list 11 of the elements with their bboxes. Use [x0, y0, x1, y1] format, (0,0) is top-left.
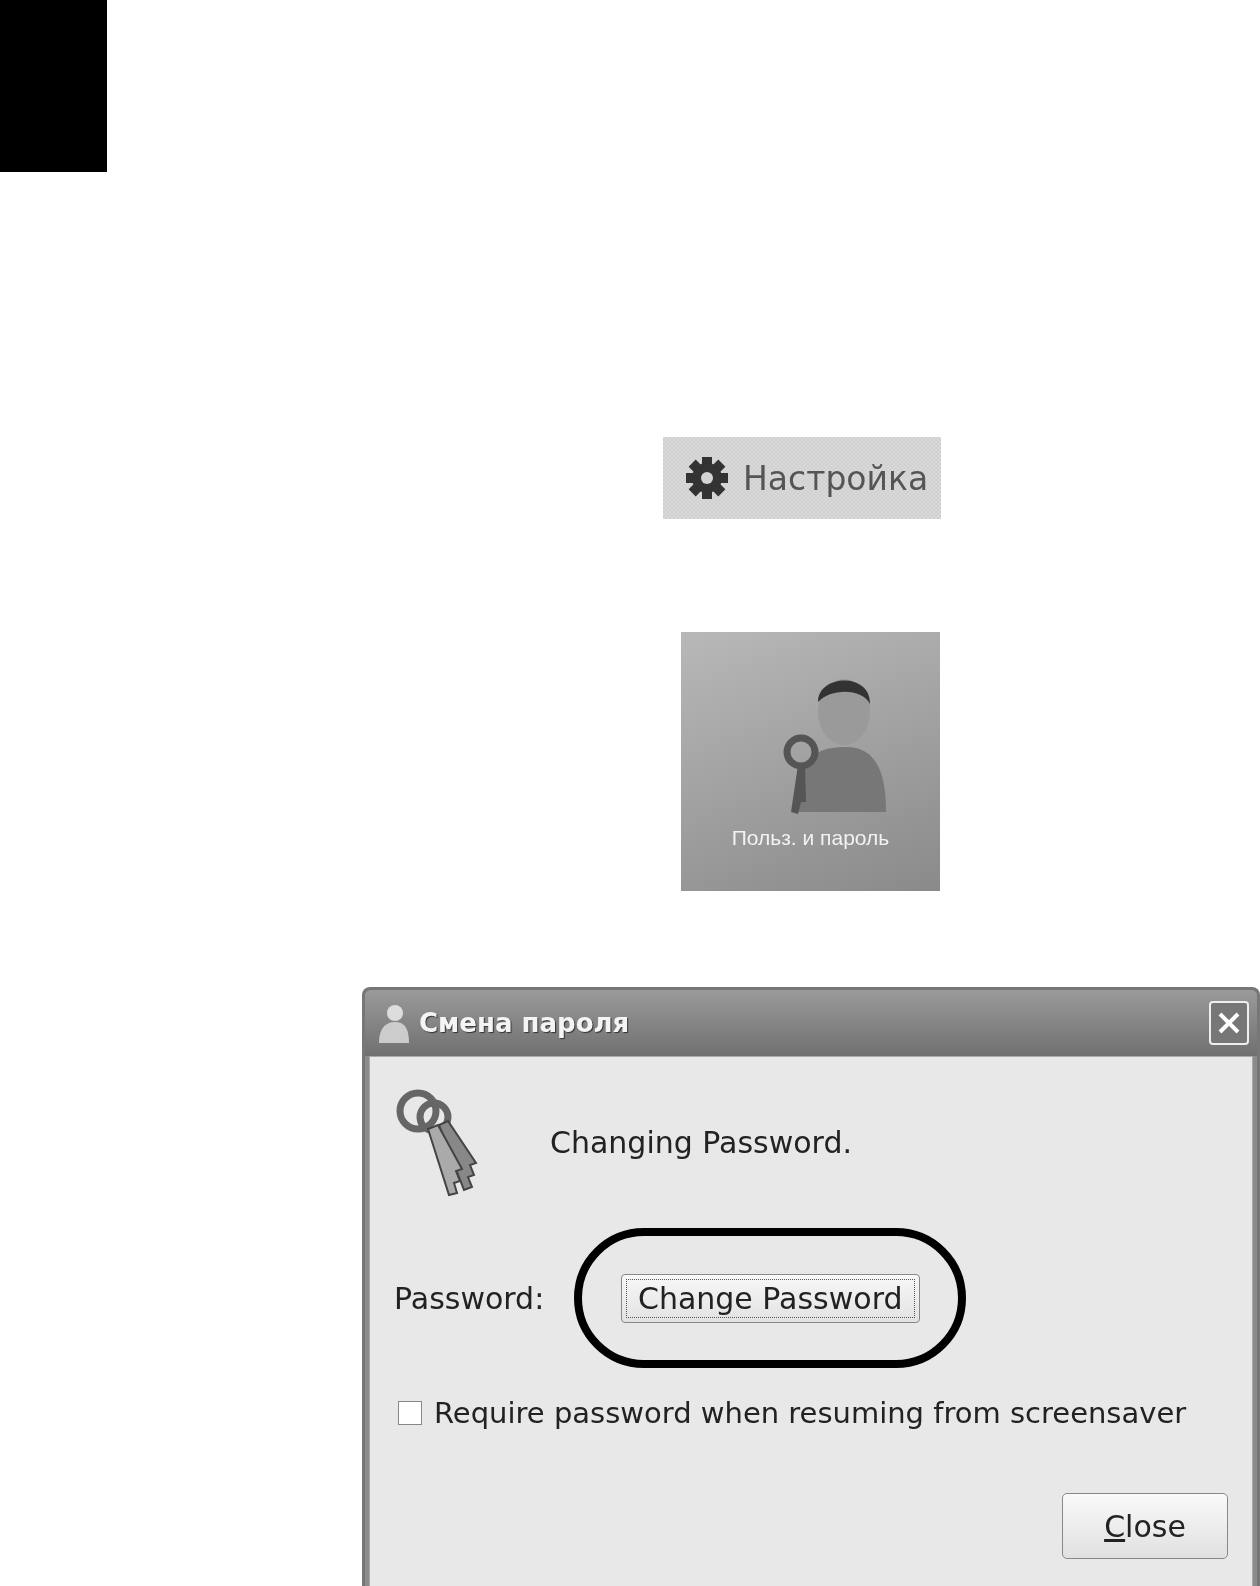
close-icon[interactable]	[1209, 1001, 1249, 1045]
checkbox[interactable]	[398, 1401, 422, 1425]
tile-label: Польз. и пароль	[731, 826, 890, 850]
settings-button[interactable]: Настройка	[663, 437, 941, 519]
window-title: Смена пароля	[419, 1008, 631, 1038]
checkbox-label: Require password when resuming from screensaver	[434, 1396, 1187, 1430]
change-password-button[interactable]: Change Password	[620, 1273, 920, 1323]
message-text: Changing Password.	[550, 1125, 852, 1160]
close-button[interactable]: Close	[1062, 1493, 1228, 1559]
gear-icon	[685, 456, 729, 500]
password-label: Password:	[394, 1280, 545, 1316]
